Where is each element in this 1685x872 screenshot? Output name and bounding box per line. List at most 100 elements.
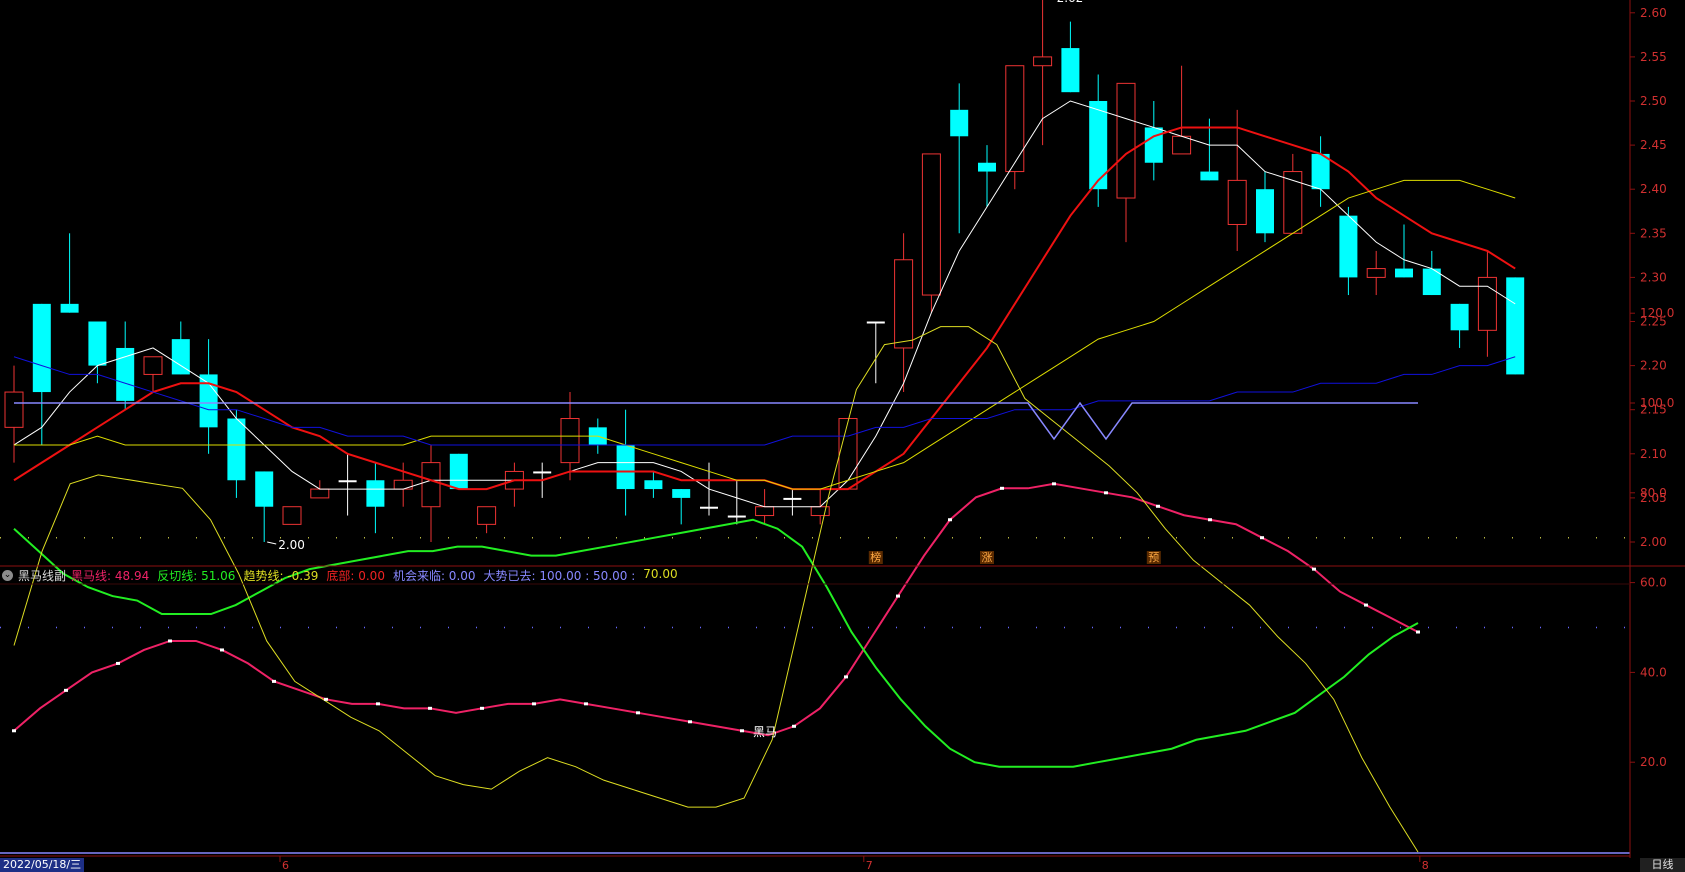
indicator-line xyxy=(13,518,1419,768)
candle-body xyxy=(1506,277,1525,375)
month-label: 7 xyxy=(866,859,873,872)
date-readout: 2022/05/18/三 xyxy=(0,858,85,872)
candle-body xyxy=(4,391,24,428)
candle-body xyxy=(1366,268,1386,278)
candle xyxy=(866,321,885,384)
legend-item: 机会来临: 0.00 xyxy=(392,568,476,583)
candle xyxy=(1283,153,1303,234)
line-marker xyxy=(792,724,796,728)
chevron-down-icon[interactable]: ⌄ xyxy=(2,569,13,581)
y-tick-label: 40.0 xyxy=(1640,665,1667,679)
candle xyxy=(32,303,51,445)
candle-body xyxy=(1172,135,1192,155)
candle-body xyxy=(1005,65,1025,173)
chart-canvas[interactable]: 2.602.552.502.452.402.352.302.252.202.15… xyxy=(0,0,1685,872)
indicator-line xyxy=(13,326,1419,853)
line-marker xyxy=(428,706,432,710)
candle xyxy=(950,83,969,234)
candle xyxy=(143,356,163,393)
legend-item: 趋势线: -0.39 xyxy=(243,568,319,583)
candle xyxy=(1395,224,1413,278)
candle xyxy=(1227,109,1247,251)
candle xyxy=(1033,0,1053,146)
candle xyxy=(4,365,24,463)
period-selector[interactable]: 日线 xyxy=(1640,858,1685,872)
line-marker xyxy=(168,639,172,643)
line-marker xyxy=(1000,486,1004,490)
line-marker xyxy=(116,661,120,665)
line-marker xyxy=(1416,630,1420,634)
candle-body xyxy=(338,480,357,483)
candle-body xyxy=(32,303,51,393)
candle-body xyxy=(255,471,274,507)
candle-body xyxy=(1089,101,1108,190)
candle xyxy=(171,321,190,375)
y-tick-label: 2.40 xyxy=(1640,182,1667,196)
line-marker xyxy=(1156,504,1160,508)
candle-body xyxy=(1227,179,1247,225)
y-tick-label: 2.55 xyxy=(1640,50,1667,64)
candle xyxy=(783,489,802,516)
line-marker xyxy=(740,729,744,733)
legend-item: 黑马线: 48.94 xyxy=(71,568,150,583)
line-marker xyxy=(1052,482,1056,486)
candle-body xyxy=(143,356,163,375)
y-tick-label: 2.30 xyxy=(1640,270,1667,284)
line-marker xyxy=(896,594,900,598)
annotation-arrow xyxy=(267,541,277,545)
candle xyxy=(366,462,385,534)
candle xyxy=(60,233,79,313)
candle xyxy=(1256,171,1274,243)
candle-body xyxy=(727,515,746,518)
candle-body xyxy=(755,506,775,517)
legend-item: 70.00 xyxy=(643,566,678,581)
line-marker xyxy=(376,702,380,706)
candle-body xyxy=(393,479,413,490)
candle-body xyxy=(60,303,79,313)
line-marker xyxy=(272,679,276,683)
candle-body xyxy=(1144,127,1163,163)
legend-item: 反切线: 51.06 xyxy=(157,568,236,583)
candle xyxy=(477,506,497,534)
y-tick-label: 80.0 xyxy=(1640,486,1667,500)
candle xyxy=(921,153,941,313)
candle-body xyxy=(672,489,691,498)
y-tick-label: 60.0 xyxy=(1640,576,1667,590)
candle xyxy=(1005,65,1025,190)
line-marker xyxy=(688,720,692,724)
candle-body xyxy=(1395,268,1413,278)
candle xyxy=(116,321,135,410)
candle-body xyxy=(1033,56,1053,67)
candle xyxy=(338,453,357,516)
indicator-legend: ⌄ 黑马线副 黑马线: 48.94 反切线: 51.06 趋势线: -0.39 底部:… xyxy=(2,566,678,584)
candle-body xyxy=(227,418,246,481)
signal-marker: 涨 xyxy=(982,551,993,564)
line-marker xyxy=(636,711,640,715)
line-marker xyxy=(480,706,484,710)
y-tick-label: 2.50 xyxy=(1640,94,1667,108)
candle xyxy=(727,480,746,525)
candle-body xyxy=(88,321,107,366)
candle xyxy=(644,471,663,498)
candle-body xyxy=(810,506,830,517)
candle xyxy=(504,462,524,507)
candle-body xyxy=(282,506,302,525)
line-marker xyxy=(844,675,848,679)
line-marker xyxy=(1260,536,1264,540)
candle xyxy=(282,506,302,525)
line-marker xyxy=(1364,603,1368,607)
candle-body xyxy=(921,153,941,296)
price-annotation: 2.00 xyxy=(278,538,305,552)
line-marker xyxy=(12,729,16,733)
legend-items: 黑马线: 48.94 反切线: 51.06 趋势线: -0.39 底部: 0.00 机会… xyxy=(71,567,678,584)
candle-body xyxy=(1477,276,1497,331)
candle-body xyxy=(978,162,996,172)
y-tick-label: 2.10 xyxy=(1640,447,1667,461)
line-marker xyxy=(532,702,536,706)
line-marker xyxy=(1312,567,1316,571)
candle xyxy=(449,453,468,490)
y-tick-label: 2.20 xyxy=(1640,359,1667,373)
candle-body xyxy=(477,506,497,525)
candle xyxy=(1061,21,1080,93)
candle xyxy=(1506,277,1525,375)
